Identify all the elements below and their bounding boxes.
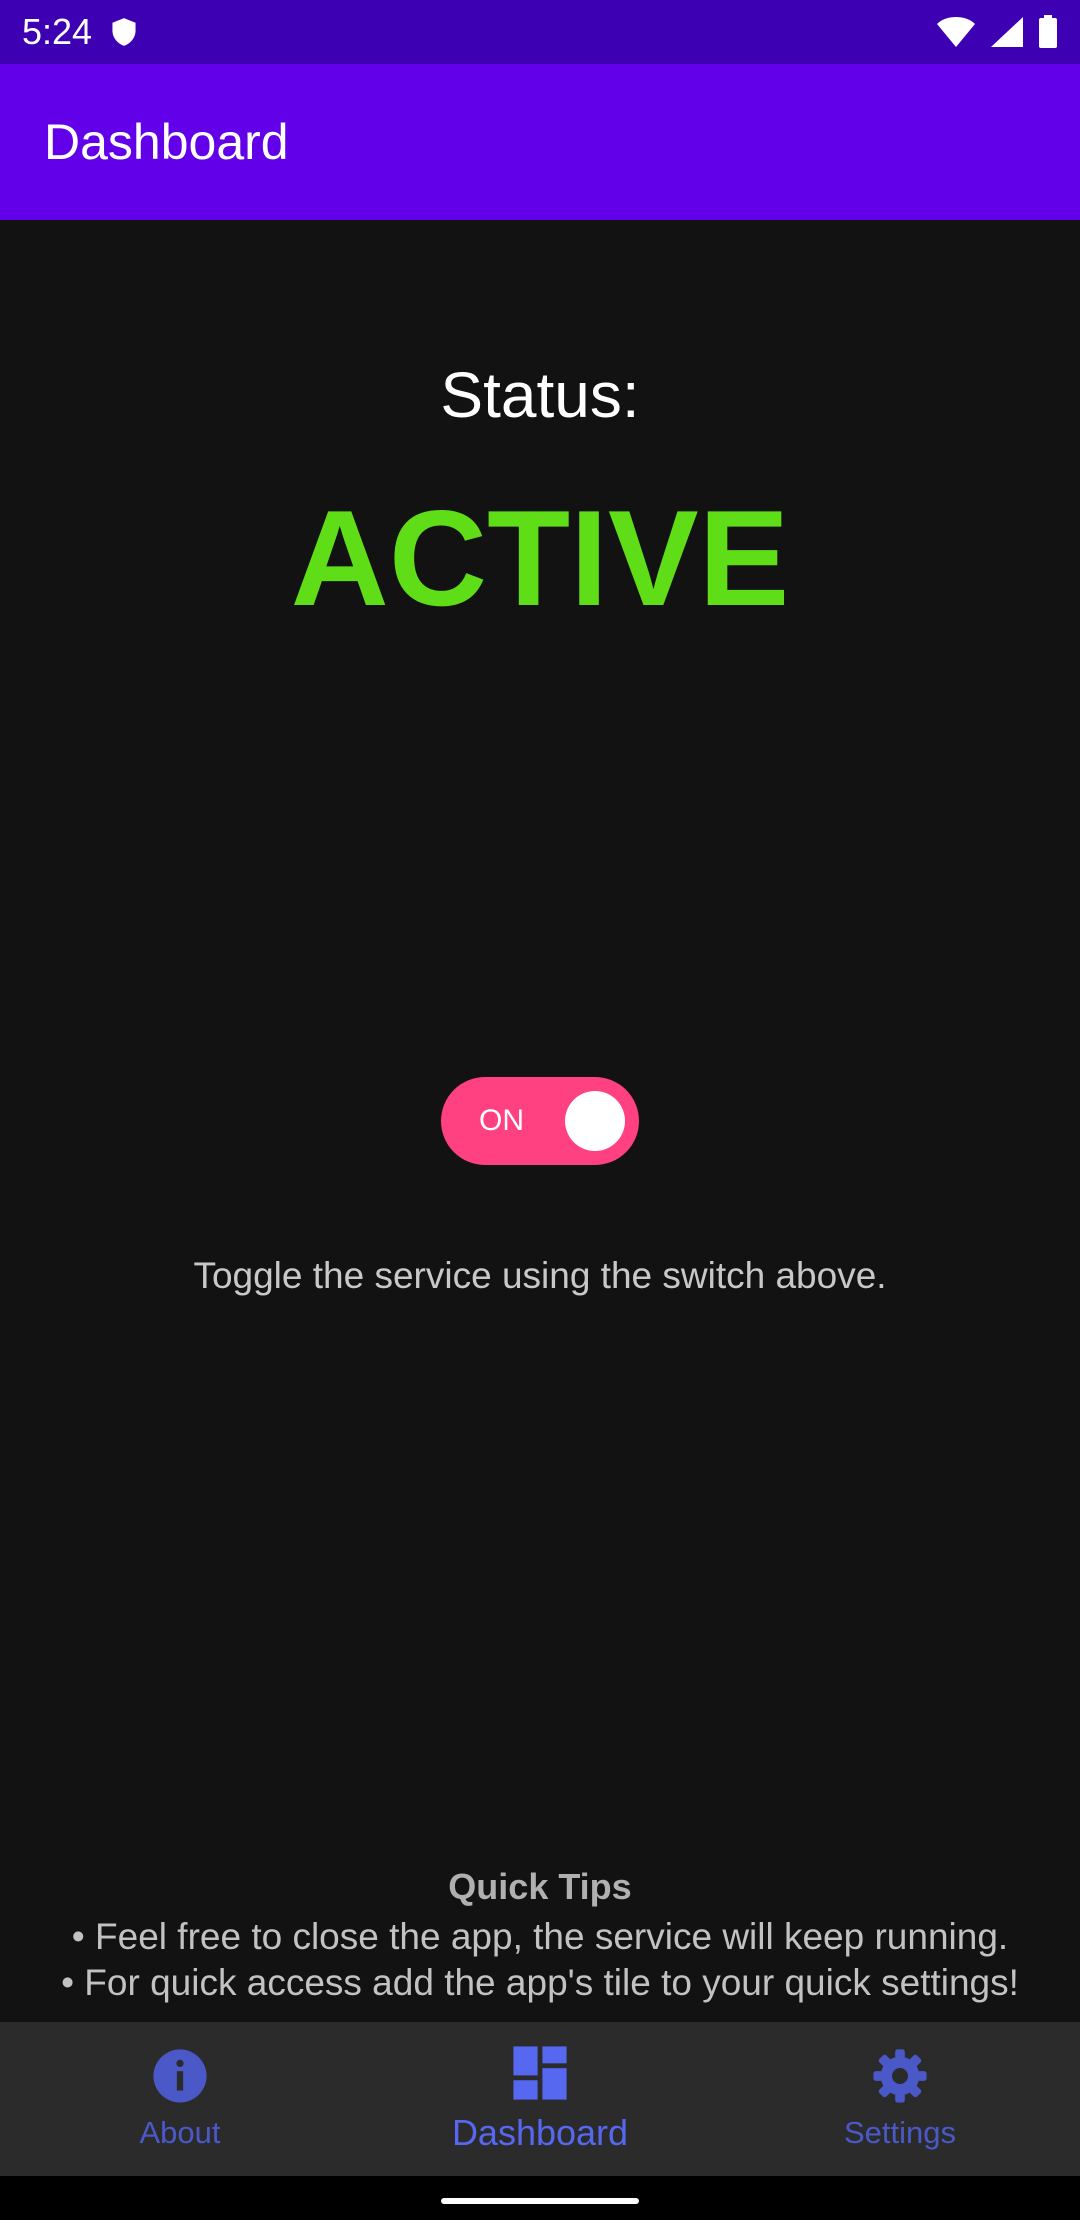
gesture-handle[interactable] [441,2198,639,2204]
nav-label-about: About [139,2115,221,2150]
status-left: 5:24 [22,11,138,53]
quick-tips-title: Quick Tips [448,1866,632,1907]
nav-item-dashboard[interactable]: Dashboard [360,2022,720,2176]
service-toggle-switch[interactable]: ON [441,1077,639,1165]
battery-icon [1039,15,1057,48]
nav-item-settings[interactable]: Settings [720,2022,1080,2176]
status-right [936,15,1058,49]
nav-item-about[interactable]: About [0,2022,360,2176]
status-bar: 5:24 [0,0,1080,64]
bottom-navigation: About Dashboard Settings [0,2022,1080,2176]
quick-tips: Quick Tips • Feel free to close the app,… [0,1866,1080,2006]
shield-icon [112,18,136,46]
quick-tip-line: • For quick access add the app's tile to… [61,1962,1019,2003]
signal-icon [991,17,1023,47]
gear-icon [873,2049,927,2103]
toggle-knob [565,1091,625,1151]
nav-label-settings: Settings [843,2115,956,2150]
status-time: 5:24 [22,11,93,52]
screen: 5:24 Dashboard Status: ACTIVE ON Toggle [0,0,1080,2220]
app-bar-title: Dashboard [44,114,289,170]
system-navigation-bar [0,2176,1080,2220]
toggle-label: ON [479,1104,524,1137]
status-label: Status: [440,359,640,431]
wifi-icon [937,17,975,47]
nav-label-dashboard: Dashboard [451,2112,629,2153]
toggle-hint-text: Toggle the service using the switch abov… [193,1255,887,1296]
info-icon [153,2049,207,2103]
status-value: ACTIVE [290,482,790,634]
app-bar: Dashboard [0,64,1080,220]
quick-tip-line: • Feel free to close the app, the servic… [71,1916,1009,1957]
dashboard-icon [513,2046,567,2100]
